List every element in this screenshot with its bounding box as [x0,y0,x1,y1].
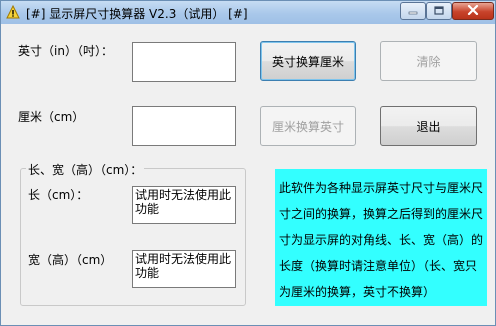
dimensions-group-title: 长、宽（高）（cm）： [26,161,145,178]
cm-input[interactable] [132,106,236,146]
cm-label: 厘米（cm） [18,110,85,124]
cm-to-inch-button[interactable]: 厘米换算英寸 [260,106,356,146]
width-output[interactable]: 试用时无法使用此功能 [132,250,236,288]
maximize-button[interactable] [426,2,452,20]
close-icon [467,4,479,18]
title-bar[interactable]: [#] 显示屏尺寸换算器 V2.3（试用） [#] [1,1,495,24]
inch-label: 英寸（in）（吋）： [18,44,113,58]
client-area: 英寸（in）（吋）： 英寸换算厘米 清除 厘米（cm） 厘米换算英寸 退出 长、… [2,24,494,325]
inch-to-cm-button[interactable]: 英寸换算厘米 [260,41,356,81]
minimize-icon [408,4,418,18]
width-label: 宽（高）（cm） [28,253,113,267]
window-title: [#] 显示屏尺寸换算器 V2.3（试用） [#] [26,7,248,21]
clear-button[interactable]: 清除 [380,41,477,81]
maximize-icon [434,4,444,18]
warning-triangle-icon [6,4,20,19]
minimize-button[interactable] [400,2,426,20]
inch-input[interactable] [132,42,236,82]
length-label: 长（cm）： [28,188,89,202]
info-panel: 此软件为各种显示屏英寸尺寸与厘米尺寸之间的换算，换算之后得到的厘米尺寸为显示屏的… [275,169,487,306]
exit-button[interactable]: 退出 [380,106,477,146]
close-button[interactable] [452,2,494,20]
length-output[interactable]: 试用时无法使用此功能 [132,186,236,224]
app-window: [#] 显示屏尺寸换算器 V2.3（试用） [#] 英寸（in）（吋）： 英寸换… [0,0,496,326]
